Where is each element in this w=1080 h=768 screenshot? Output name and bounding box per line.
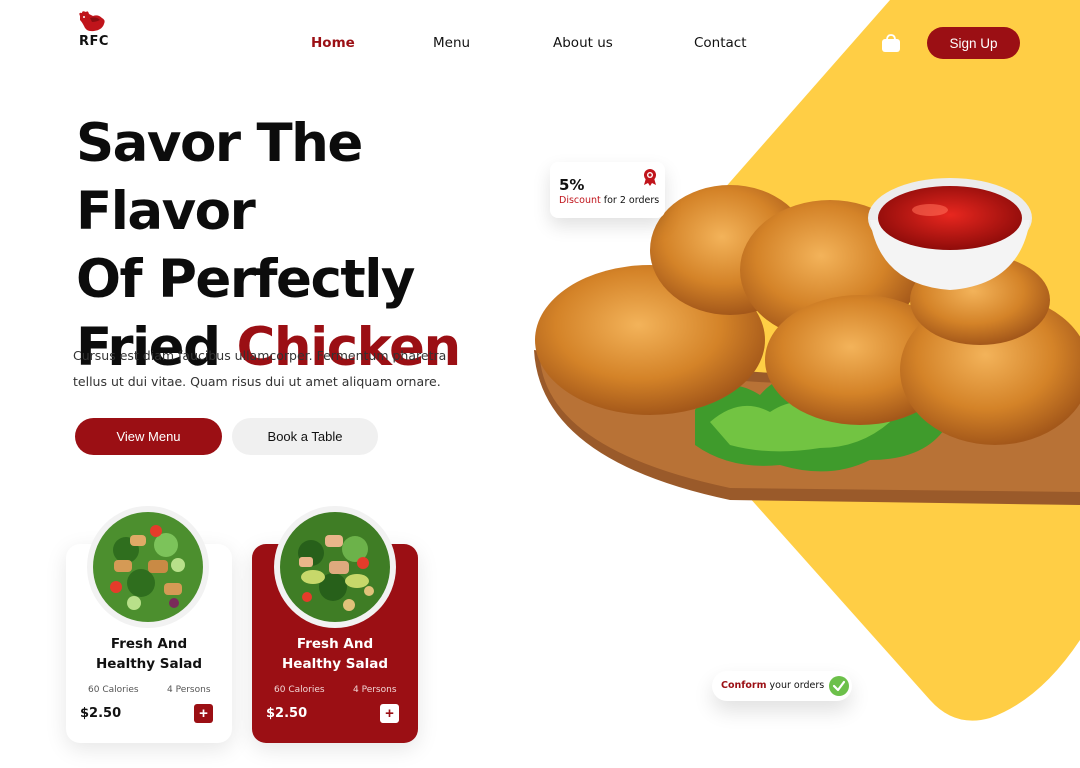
- confirm-orders-rest: your orders: [769, 680, 825, 691]
- discount-percent: 5%: [559, 176, 585, 194]
- product-price: $2.50: [80, 706, 122, 721]
- product-persons: 4 Persons: [167, 685, 211, 695]
- nav-item-home[interactable]: Home: [311, 35, 355, 51]
- view-menu-button[interactable]: View Menu: [75, 418, 222, 455]
- hero-title-line-1: Savor The Flavor: [76, 113, 363, 242]
- main-nav: Home Menu About us Contact: [0, 35, 1080, 55]
- confirm-orders-pill[interactable]: Conform your orders: [712, 671, 852, 701]
- product-title-line-1: Fresh And: [110, 636, 188, 652]
- book-table-button[interactable]: Book a Table: [232, 418, 378, 455]
- discount-card: 5% Discount for 2 orders: [550, 162, 665, 218]
- product-title: Fresh And Healthy Salad: [252, 634, 418, 674]
- shopping-bag-icon[interactable]: [880, 33, 902, 53]
- nav-item-menu[interactable]: Menu: [433, 35, 470, 51]
- salad-bowl-image: [274, 506, 396, 628]
- hero-title-line-2: Of Perfectly: [76, 249, 415, 310]
- product-persons: 4 Persons: [353, 685, 397, 695]
- product-title: Fresh And Healthy Salad: [66, 634, 232, 674]
- check-circle-icon: [829, 676, 849, 696]
- product-price: $2.50: [266, 706, 308, 721]
- discount-label-rest: for 2 orders: [603, 195, 660, 206]
- product-title-line-1: Fresh And: [296, 636, 374, 652]
- confirm-orders-accent: Conform: [721, 680, 767, 691]
- product-calories: 60 Calories: [274, 685, 325, 695]
- landing-page: RFC Home Menu About us Contact Sign Up S…: [0, 0, 1080, 768]
- product-calories: 60 Calories: [88, 685, 139, 695]
- hero-description: Cursus est diam faucibus ullamcorper. Fe…: [73, 348, 447, 389]
- rooster-icon: [79, 11, 105, 32]
- sign-up-button[interactable]: Sign Up: [927, 27, 1020, 59]
- discount-label: Discount for 2 orders: [559, 195, 659, 206]
- nav-item-about-us[interactable]: About us: [553, 35, 613, 51]
- discount-label-accent: Discount: [559, 195, 601, 206]
- confirm-orders-text: Conform your orders: [721, 680, 824, 691]
- add-to-cart-button[interactable]: +: [194, 704, 213, 723]
- add-to-cart-button[interactable]: +: [380, 704, 399, 723]
- award-badge-icon: [644, 169, 656, 186]
- nav-item-contact[interactable]: Contact: [694, 35, 747, 51]
- salad-bowl-image: [87, 506, 209, 628]
- product-title-line-2: Healthy Salad: [282, 656, 388, 672]
- hero-title: Savor The Flavor Of Perfectly Fried Chic…: [76, 110, 546, 382]
- product-title-line-2: Healthy Salad: [96, 656, 202, 672]
